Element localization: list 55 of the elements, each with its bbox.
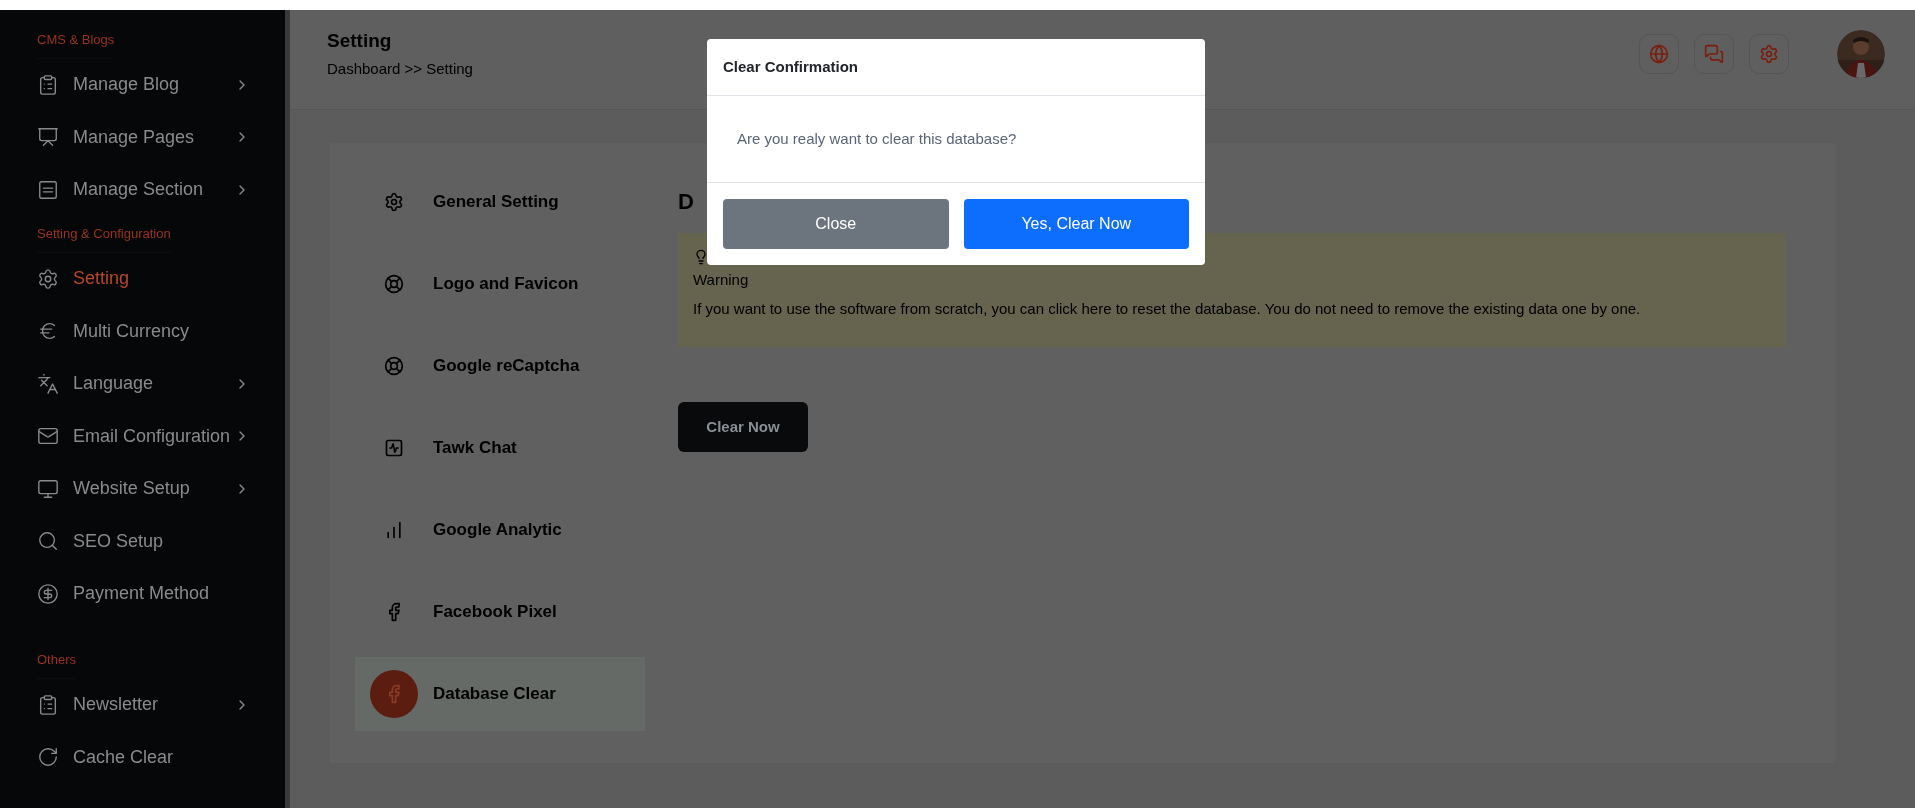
page-title: Setting xyxy=(327,29,393,53)
warning-text: If you want to use the software from scratch, you can click here to reset the database. You do not need to remove the existing data one by one. xyxy=(693,298,1642,319)
section-label: Others xyxy=(37,650,76,679)
refresh-icon xyxy=(37,746,59,769)
square-lines-icon xyxy=(37,178,59,201)
close-button[interactable]: Close xyxy=(723,199,949,249)
globe-icon xyxy=(1649,43,1669,64)
breadcrumb: Dashboard >> Setting xyxy=(327,58,473,79)
clipboard-icon xyxy=(37,73,59,96)
sidebar-item[interactable]: Manage Section xyxy=(37,163,250,216)
lifebuoy-icon xyxy=(384,274,404,294)
sidebar-item[interactable]: Multi Currency xyxy=(37,305,250,358)
sidebar-item[interactable]: Setting xyxy=(37,252,250,305)
search-icon xyxy=(37,530,59,553)
settings-menu-item[interactable]: Google Analytic xyxy=(355,493,645,567)
sidebar-item[interactable]: Website Setup xyxy=(37,462,250,515)
section-label: Setting & Configuration xyxy=(37,224,171,253)
settings-menu-item[interactable]: Google reCaptcha xyxy=(355,329,645,403)
settings-icon xyxy=(1759,43,1779,64)
settings-menu-item[interactable]: Facebook Pixel xyxy=(355,575,645,649)
sidebar-item[interactable]: SEO Setup xyxy=(37,515,250,568)
section-label: CMS & Blogs xyxy=(37,30,115,59)
dialog-title: Clear Confirmation xyxy=(723,56,858,77)
sidebar-item[interactable]: Manage Pages xyxy=(37,111,250,164)
activity-icon xyxy=(384,438,404,458)
clipboard-icon xyxy=(37,693,59,716)
chat-icon xyxy=(1704,43,1724,64)
bar-chart-icon xyxy=(384,520,404,540)
dialog-message: Are you realy want to clear this database? xyxy=(737,128,1017,149)
settings-menu-item[interactable]: General Setting xyxy=(355,165,645,239)
settings-menu-item[interactable]: Tawk Chat xyxy=(355,411,645,485)
language-icon xyxy=(37,372,59,395)
section-heading: D xyxy=(678,188,694,216)
settings-menu-item[interactable]: Database Clear xyxy=(355,657,645,731)
clear-now-button[interactable]: Clear Now xyxy=(678,402,808,452)
confirm-button[interactable]: Yes, Clear Now xyxy=(963,199,1189,249)
sidebar-item[interactable]: Cache Clear xyxy=(37,731,250,784)
lightbulb-icon xyxy=(693,249,709,265)
sidebar-item[interactable]: Manage Blog xyxy=(37,58,250,111)
presentation-icon xyxy=(37,126,59,149)
lifebuoy-icon xyxy=(384,356,404,376)
sidebar-item[interactable]: Email Configuration xyxy=(37,410,250,463)
sidebar-item[interactable]: Language xyxy=(37,357,250,410)
settings-menu-item[interactable]: Logo and Favicon xyxy=(355,247,645,321)
monitor-icon xyxy=(37,477,59,500)
sidebar-item[interactable]: Payment Method xyxy=(37,567,250,620)
facebook-icon-badge xyxy=(370,670,418,718)
settings-icon xyxy=(384,192,404,212)
chat-button[interactable] xyxy=(1694,33,1734,74)
sidebar-item[interactable]: Newsletter xyxy=(37,678,250,731)
dollar-icon xyxy=(37,582,59,605)
warning-title: Warning xyxy=(693,270,749,290)
settings-button[interactable] xyxy=(1749,33,1789,74)
globe-button[interactable] xyxy=(1639,33,1679,74)
settings-icon xyxy=(37,267,59,290)
